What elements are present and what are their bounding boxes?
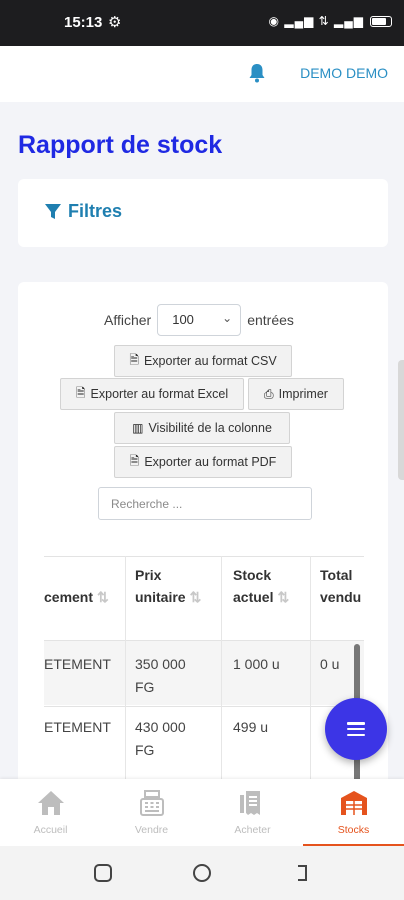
- nav-item-accueil[interactable]: Accueil: [0, 779, 101, 846]
- home-icon: [37, 791, 64, 815]
- nav-item-vendre[interactable]: Vendre: [101, 779, 202, 846]
- table-cell: 1 000 u: [233, 656, 280, 672]
- page-title: Rapport de stock: [18, 131, 223, 159]
- file-excel-icon: 🗎: [75, 385, 86, 400]
- search-input[interactable]: Recherche ...: [98, 487, 312, 520]
- export-excel-label: Exporter au format Excel: [90, 387, 229, 401]
- entries-label: entrées: [247, 312, 294, 328]
- table-cell: 499 u: [233, 719, 269, 735]
- export-pdf-label: Exporter au format PDF: [144, 455, 277, 469]
- column-divider: [221, 556, 222, 802]
- price-value: 430 000: [135, 719, 186, 735]
- menu-fab-button[interactable]: [325, 698, 387, 760]
- table-row-border: [44, 706, 364, 707]
- top-bar: DEMO DEMO: [0, 46, 404, 102]
- sort-icon: ⇅: [189, 589, 202, 605]
- print-label: Imprimer: [278, 387, 328, 401]
- print-button[interactable]: ⎙ Imprimer: [248, 378, 344, 410]
- table-cell: ETEMENT: [44, 656, 111, 672]
- chevron-down-icon: ⌄: [222, 311, 233, 325]
- page-size-control: Afficher 100 ⌄ entrées: [104, 304, 294, 336]
- column-visibility-button[interactable]: ▥ Visibilité de la colonne: [114, 412, 290, 444]
- nav-item-acheter[interactable]: Acheter: [202, 779, 303, 846]
- edge-panel-handle[interactable]: [398, 360, 404, 480]
- page-size-value: 100: [172, 312, 194, 327]
- sort-icon: ⇅: [277, 589, 290, 605]
- status-icons: ◉ ▂▄▆ ⇅ ▂▄▆: [269, 14, 392, 28]
- sort-icon: ⇅: [97, 589, 109, 605]
- table-cell: 350 000 FG: [135, 653, 186, 699]
- recent-apps-icon[interactable]: [94, 864, 112, 882]
- cash-register-icon: [139, 790, 164, 816]
- page-size-select[interactable]: 100 ⌄: [157, 304, 242, 336]
- table-cell: 0 u: [320, 656, 340, 672]
- table-cell: 430 000 FG: [135, 716, 186, 762]
- column-header-label: Stock: [233, 567, 272, 583]
- export-excel-button[interactable]: 🗎 Exporter au format Excel: [60, 378, 244, 410]
- column-header-label: cement: [44, 589, 94, 605]
- table-cell: ETEMENT: [44, 719, 111, 735]
- nav-label: Vendre: [134, 824, 169, 836]
- nav-item-stocks[interactable]: Stocks: [303, 779, 404, 846]
- price-currency: FG: [135, 742, 155, 758]
- column-header-stock[interactable]: Stock actuel ⇅: [233, 556, 313, 640]
- file-csv-icon: 🗎: [129, 352, 139, 367]
- bottom-nav: Accueil Vendre Acheter Stocks: [0, 779, 404, 846]
- column-header-label: actuel: [233, 589, 274, 605]
- filters-toggle[interactable]: Filtres: [44, 201, 122, 222]
- status-bar: 15:13 ⚙ ◉ ▂▄▆ ⇅ ▂▄▆: [0, 0, 404, 46]
- column-header-label: Prix: [135, 567, 162, 583]
- column-header-emplacement[interactable]: cement ⇅: [44, 556, 124, 640]
- menu-icon: [347, 722, 365, 736]
- column-header-total[interactable]: Total vendu: [320, 556, 370, 640]
- status-time: 15:13: [64, 14, 103, 31]
- nav-label: Stocks: [337, 824, 370, 836]
- column-divider: [125, 556, 126, 802]
- notification-bell-icon[interactable]: [248, 63, 266, 83]
- column-header-label: vendu: [320, 589, 362, 605]
- back-icon[interactable]: [292, 864, 310, 882]
- signal-icon: ◉ ▂▄▆ ⇅ ▂▄▆: [268, 14, 364, 28]
- printer-icon: ⎙: [264, 386, 274, 401]
- nav-label: Acheter: [234, 824, 271, 836]
- file-pdf-icon: 🗎: [129, 453, 140, 468]
- filter-icon: [45, 203, 61, 219]
- table-header-border: [44, 640, 364, 641]
- price-currency: FG: [135, 679, 155, 695]
- home-button-icon[interactable]: [193, 864, 211, 882]
- export-csv-button[interactable]: 🗎 Exporter au format CSV: [114, 345, 292, 377]
- receipt-icon: [239, 791, 260, 815]
- search-placeholder: Recherche ...: [111, 497, 183, 511]
- user-menu[interactable]: DEMO DEMO: [300, 65, 388, 81]
- filters-panel[interactable]: Filtres: [18, 179, 388, 247]
- price-value: 350 000: [135, 656, 186, 672]
- settings-gear-icon: ⚙: [108, 14, 122, 31]
- column-header-prix[interactable]: Prix unitaire ⇅: [135, 556, 219, 640]
- column-header-label: Total: [320, 567, 353, 583]
- column-visibility-label: Visibilité de la colonne: [148, 421, 272, 435]
- warehouse-icon: [340, 791, 367, 815]
- battery-icon: [370, 15, 392, 27]
- export-csv-label: Exporter au format CSV: [143, 354, 277, 368]
- column-header-label: unitaire: [135, 589, 186, 605]
- show-label: Afficher: [104, 312, 152, 328]
- export-pdf-button[interactable]: 🗎 Exporter au format PDF: [114, 446, 292, 478]
- columns-icon: ▥: [132, 421, 144, 435]
- filters-label: Filtres: [68, 201, 123, 221]
- nav-label: Accueil: [33, 824, 68, 836]
- system-nav-bar: [0, 846, 404, 900]
